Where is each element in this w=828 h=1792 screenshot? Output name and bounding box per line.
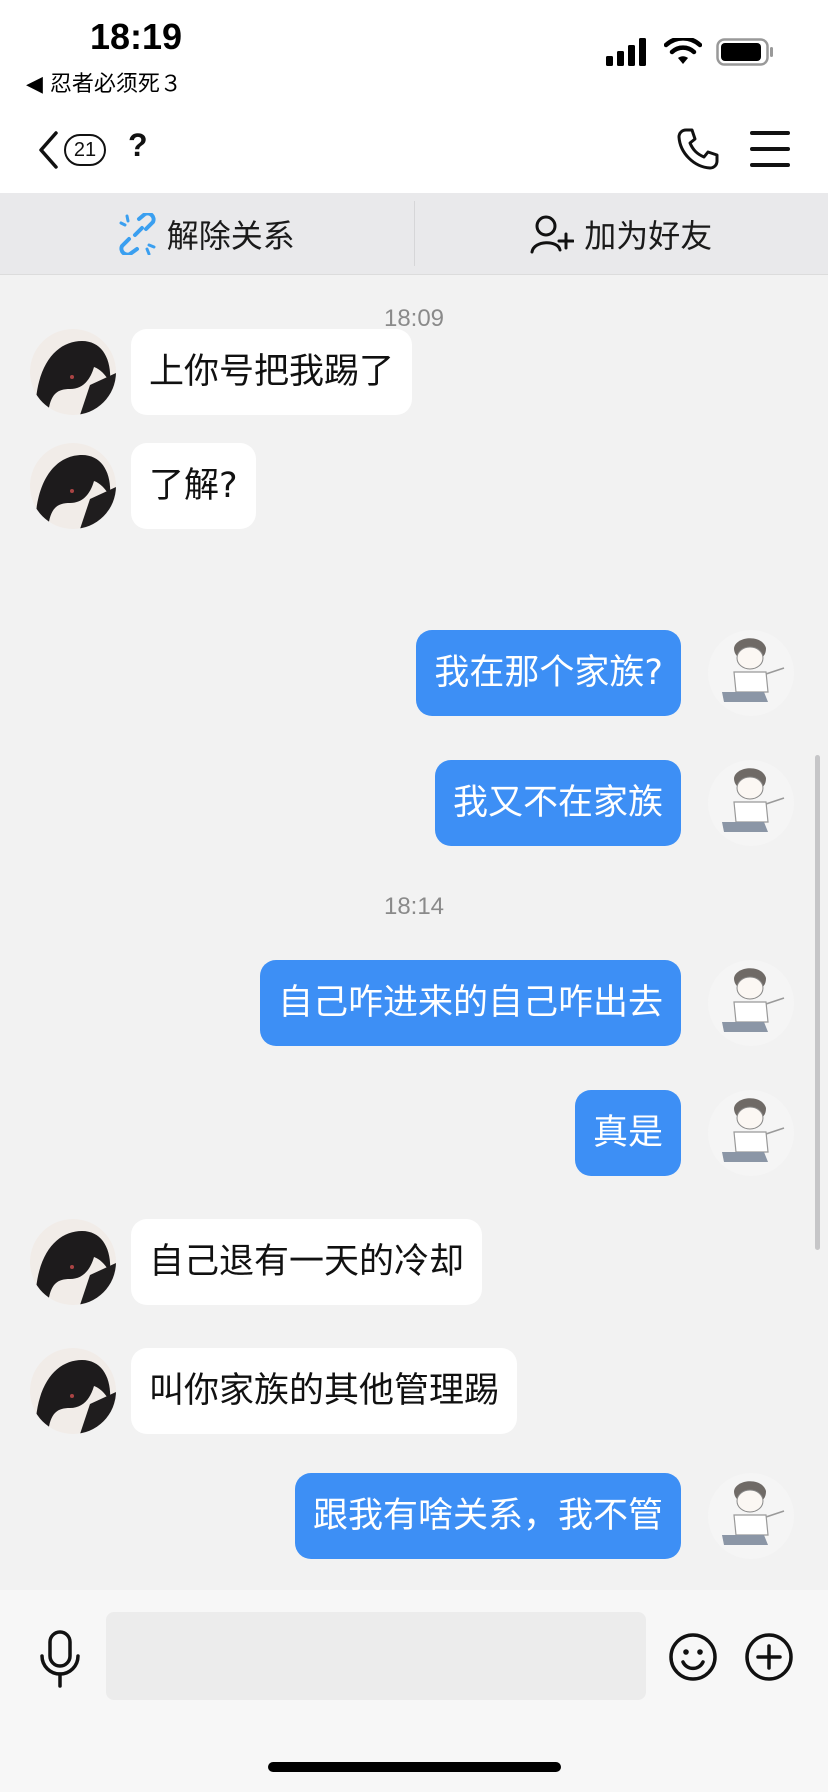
avatar-other[interactable]	[30, 329, 116, 415]
relationship-action-bar: 解除关系 加为好友	[0, 193, 828, 275]
unlink-label: 解除关系	[166, 216, 295, 255]
avatar-image	[708, 760, 794, 846]
menu-icon[interactable]	[746, 127, 794, 171]
phone-icon[interactable]	[674, 125, 722, 173]
back-to-app-link[interactable]: ◀ 忍者必须死３	[26, 66, 182, 98]
message-outgoing: 我在那个家族?	[416, 630, 794, 716]
add-friend-label: 加为好友	[584, 216, 713, 255]
avatar-image	[708, 1090, 794, 1176]
avatar-me[interactable]	[708, 1090, 794, 1176]
message-bubble[interactable]: 我又不在家族	[434, 760, 681, 846]
message-bubble[interactable]: 自己退有一天的冷却	[131, 1219, 483, 1305]
timestamp: 18:14	[383, 893, 445, 920]
message-bubble[interactable]: 自己咋进来的自己咋出去	[259, 960, 681, 1046]
add-friend-button[interactable]: 加为好友	[415, 193, 828, 274]
message-bubble[interactable]: 上你号把我踢了	[131, 329, 413, 415]
message-bubble[interactable]: 叫你家族的其他管理踢	[131, 1348, 518, 1434]
battery-icon	[716, 38, 773, 66]
chat-area[interactable]: 18:09 上你号把我踢了 了解? 我在那个家族? 我又不在家族 18:14 自…	[0, 275, 828, 1590]
message-incoming: 上你号把我踢了	[30, 329, 413, 415]
avatar-me[interactable]	[708, 1473, 794, 1559]
message-outgoing: 跟我有啥关系，我不管	[294, 1473, 794, 1559]
unlink-button[interactable]: 解除关系	[0, 193, 414, 274]
status-time: 18:19	[90, 16, 183, 57]
avatar-me[interactable]	[708, 760, 794, 846]
plus-icon[interactable]	[744, 1632, 794, 1682]
avatar-image	[708, 630, 794, 716]
message-bubble[interactable]: 我在那个家族?	[416, 630, 681, 716]
avatar-image	[30, 443, 116, 529]
emoji-icon[interactable]	[668, 1632, 718, 1682]
message-incoming: 叫你家族的其他管理踢	[30, 1348, 518, 1434]
message-bubble[interactable]: 了解?	[131, 443, 256, 529]
avatar-image	[30, 1348, 116, 1434]
status-bar: 18:19 ◀ 忍者必须死３	[0, 0, 828, 105]
chevron-left-icon	[39, 131, 58, 169]
message-bubble[interactable]: 跟我有啥关系，我不管	[294, 1473, 681, 1559]
message-incoming: 自己退有一天的冷却	[30, 1219, 483, 1305]
unread-count-badge: 21	[64, 134, 106, 166]
input-bar	[0, 1590, 828, 1792]
signal-icon	[606, 38, 646, 66]
avatar-other[interactable]	[30, 1348, 116, 1434]
avatar-image	[30, 329, 116, 415]
nav-bar: 21 ?	[0, 105, 828, 193]
message-incoming: 了解?	[30, 443, 256, 529]
add-user-icon	[530, 215, 575, 253]
status-icons	[606, 38, 774, 66]
chat-scrollbar[interactable]	[815, 755, 820, 1250]
unlink-icon	[119, 212, 156, 255]
chat-title: ?	[128, 127, 148, 163]
message-outgoing: 我又不在家族	[434, 760, 794, 846]
avatar-me[interactable]	[708, 960, 794, 1046]
wifi-icon	[664, 38, 702, 64]
message-outgoing: 真是	[574, 1090, 794, 1176]
avatar-image	[708, 960, 794, 1046]
avatar-other[interactable]	[30, 443, 116, 529]
message-outgoing: 自己咋进来的自己咋出去	[259, 960, 794, 1046]
message-input[interactable]	[106, 1612, 646, 1700]
avatar-image	[30, 1219, 116, 1305]
microphone-icon[interactable]	[38, 1630, 82, 1688]
message-bubble[interactable]: 真是	[574, 1090, 681, 1176]
avatar-other[interactable]	[30, 1219, 116, 1305]
home-indicator[interactable]	[268, 1762, 561, 1772]
avatar-me[interactable]	[708, 630, 794, 716]
avatar-image	[708, 1473, 794, 1559]
